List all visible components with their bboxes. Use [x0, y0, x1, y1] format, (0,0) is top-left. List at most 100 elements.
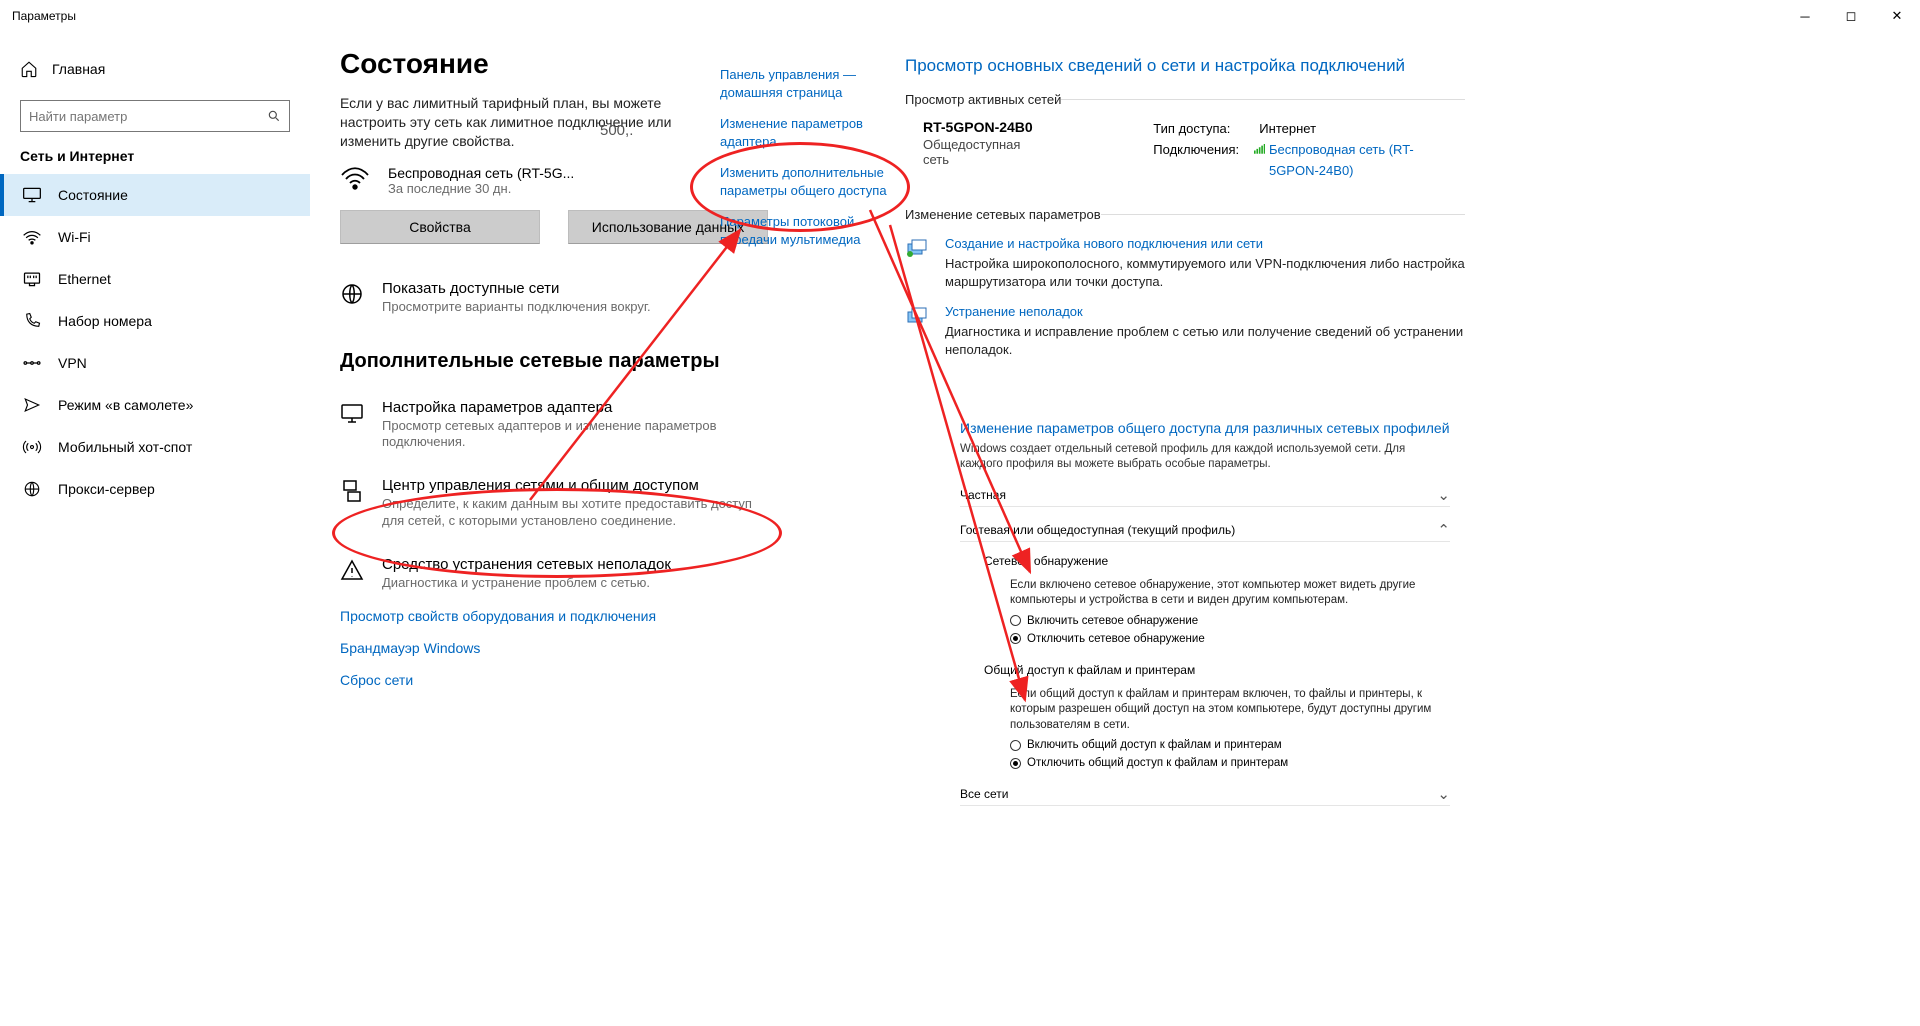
setup-connection[interactable]: Создание и настройка нового подключения …	[905, 236, 1465, 290]
home-link[interactable]: Главная	[0, 52, 310, 86]
wifi-icon	[22, 228, 42, 246]
reset-link[interactable]: Сброс сети	[340, 672, 880, 688]
setup-icon	[905, 236, 929, 260]
section-heading: Дополнительные сетевые параметры	[340, 350, 880, 373]
network-center-panel: Просмотр основных сведений о сети и наст…	[905, 56, 1465, 359]
conn-value[interactable]: Беспроводная сеть (RT-5GPON-24B0)	[1269, 140, 1455, 182]
show-networks-title: Показать доступные сети	[382, 280, 651, 297]
home-label: Главная	[52, 61, 105, 77]
description: Если у вас лимитный тарифный план, вы мо…	[340, 94, 720, 151]
discovery-off-radio[interactable]: Отключить сетевое обнаружение	[1010, 633, 1450, 645]
sharing-desc: Windows создает отдельный сетевой профил…	[960, 442, 1450, 472]
radio-label: Отключить общий доступ к файлам и принте…	[1027, 757, 1288, 769]
adapter-title: Настройка параметров адаптера	[382, 399, 770, 416]
discovery-heading: Сетевое обнаружение	[984, 554, 1450, 568]
radio-icon	[1010, 633, 1021, 644]
status-icon	[22, 186, 42, 204]
wifi-icon	[340, 165, 370, 196]
nav-airplane[interactable]: Режим «в самолете»	[0, 384, 310, 426]
firewall-link[interactable]: Брандмауэр Windows	[340, 640, 880, 656]
private-label: Частная	[960, 488, 1437, 502]
chevron-down-icon: ⌄	[1437, 486, 1450, 504]
troubleshoot[interactable]: Средство устранения сетевых неполадок Ди…	[340, 556, 770, 592]
close-button[interactable]: ✕	[1874, 0, 1920, 32]
nc-troubleshoot-title: Устранение неполадок	[945, 304, 1465, 319]
nav-label: Состояние	[58, 187, 128, 203]
network-center-sub: Определите, к каким данным вы хотите пре…	[382, 496, 770, 530]
chevron-up-icon: ⌃	[1437, 521, 1450, 539]
discovery-text: Если включено сетевое обнаружение, этот …	[1010, 578, 1450, 609]
nav-wifi[interactable]: Wi-Fi	[0, 216, 310, 258]
radio-label: Включить общий доступ к файлам и принтер…	[1027, 739, 1282, 751]
airplane-icon	[22, 396, 42, 414]
nav-dialup[interactable]: Набор номера	[0, 300, 310, 342]
ethernet-icon	[22, 270, 42, 288]
guest-expander[interactable]: Гостевая или общедоступная (текущий проф…	[960, 519, 1450, 542]
discovery-on-radio[interactable]: Включить сетевое обнаружение	[1010, 615, 1450, 627]
maximize-button[interactable]: ◻	[1828, 0, 1874, 32]
cp-home-link[interactable]: Панель управления — домашняя страница	[720, 66, 900, 101]
minimize-button[interactable]: ─	[1782, 0, 1828, 32]
show-networks[interactable]: Показать доступные сети Просмотрите вари…	[340, 280, 770, 316]
network-center[interactable]: Центр управления сетями и общим доступом…	[340, 477, 770, 530]
cp-sidebar: Панель управления — домашняя страница Из…	[720, 66, 900, 262]
sharing-title: Изменение параметров общего доступа для …	[960, 420, 1450, 436]
allnets-expander[interactable]: Все сети ⌄	[960, 783, 1450, 806]
globe-icon	[340, 282, 364, 306]
cp-media-link[interactable]: Параметры потоковой передачи мультимедиа	[720, 213, 900, 248]
files-text: Если общий доступ к файлам и принтерам в…	[1010, 687, 1450, 734]
setup-title: Создание и настройка нового подключения …	[945, 236, 1465, 251]
sidebar: Главная Сеть и Интернет Состояние Wi-Fi …	[0, 40, 310, 510]
nav-label: Набор номера	[58, 313, 152, 329]
nc-net-name: RT-5GPON-24B0	[923, 119, 1033, 135]
network-center-icon	[340, 479, 364, 503]
troubleshoot-sub: Диагностика и устранение проблем с сетью…	[382, 575, 671, 592]
access-value: Интернет	[1259, 121, 1316, 136]
troubleshoot-icon	[905, 304, 929, 328]
cp-adapter-link[interactable]: Изменение параметров адаптера	[720, 115, 900, 150]
show-networks-sub: Просмотрите варианты подключения вокруг.	[382, 299, 651, 316]
nav-hotspot[interactable]: Мобильный хот-спот	[0, 426, 310, 468]
files-heading: Общий доступ к файлам и принтерам	[984, 663, 1450, 677]
search-input[interactable]	[29, 109, 267, 124]
nav-proxy[interactable]: Прокси-сервер	[0, 468, 310, 510]
window-title: Параметры	[12, 9, 76, 23]
nav-status[interactable]: Состояние	[0, 174, 310, 216]
cp-sharing-link[interactable]: Изменить дополнительные параметры общего…	[720, 164, 900, 199]
warning-icon	[340, 558, 364, 582]
phone-icon	[22, 312, 42, 330]
sharing-panel: Изменение параметров общего доступа для …	[960, 420, 1450, 806]
properties-button[interactable]: Свойства	[340, 210, 540, 244]
data-usage-value: 500,.	[600, 122, 633, 139]
access-label: Тип доступа:	[1153, 121, 1230, 136]
network-center-title: Центр управления сетями и общим доступом	[382, 477, 770, 494]
hw-props-link[interactable]: Просмотр свойств оборудования и подключе…	[340, 608, 880, 624]
nc-troubleshoot[interactable]: Устранение неполадок Диагностика и испра…	[905, 304, 1465, 358]
files-off-radio[interactable]: Отключить общий доступ к файлам и принте…	[1010, 757, 1450, 769]
private-expander[interactable]: Частная ⌄	[960, 484, 1450, 507]
files-on-radio[interactable]: Включить общий доступ к файлам и принтер…	[1010, 739, 1450, 751]
nav-ethernet[interactable]: Ethernet	[0, 258, 310, 300]
nav-category: Сеть и Интернет	[0, 148, 310, 174]
adapter-settings[interactable]: Настройка параметров адаптера Просмотр с…	[340, 399, 770, 452]
nav-label: Мобильный хот-спот	[58, 439, 192, 455]
active-networks-label: Просмотр активных сетей	[905, 92, 1061, 107]
nc-net-type: Общедоступная сеть	[923, 137, 1033, 167]
change-params-label: Изменение сетевых параметров	[905, 207, 1101, 222]
nav-label: Wi-Fi	[58, 229, 91, 245]
window-controls: ─ ◻ ✕	[1782, 0, 1920, 32]
nav-label: Ethernet	[58, 271, 111, 287]
adapter-icon	[340, 401, 364, 425]
adapter-sub: Просмотр сетевых адаптеров и изменение п…	[382, 418, 770, 452]
radio-label: Отключить сетевое обнаружение	[1027, 633, 1205, 645]
nav-label: Прокси-сервер	[58, 481, 155, 497]
guest-label: Гостевая или общедоступная (текущий проф…	[960, 523, 1437, 537]
vpn-icon	[22, 354, 42, 372]
titlebar: Параметры	[0, 0, 1920, 32]
network-subtitle: За последние 30 дн.	[388, 181, 574, 196]
search-box[interactable]	[20, 100, 290, 132]
hotspot-icon	[22, 438, 42, 456]
setup-desc: Настройка широкополосного, коммутируемог…	[945, 255, 1465, 290]
nav-vpn[interactable]: VPN	[0, 342, 310, 384]
network-name: Беспроводная сеть (RT-5G...	[388, 165, 574, 181]
